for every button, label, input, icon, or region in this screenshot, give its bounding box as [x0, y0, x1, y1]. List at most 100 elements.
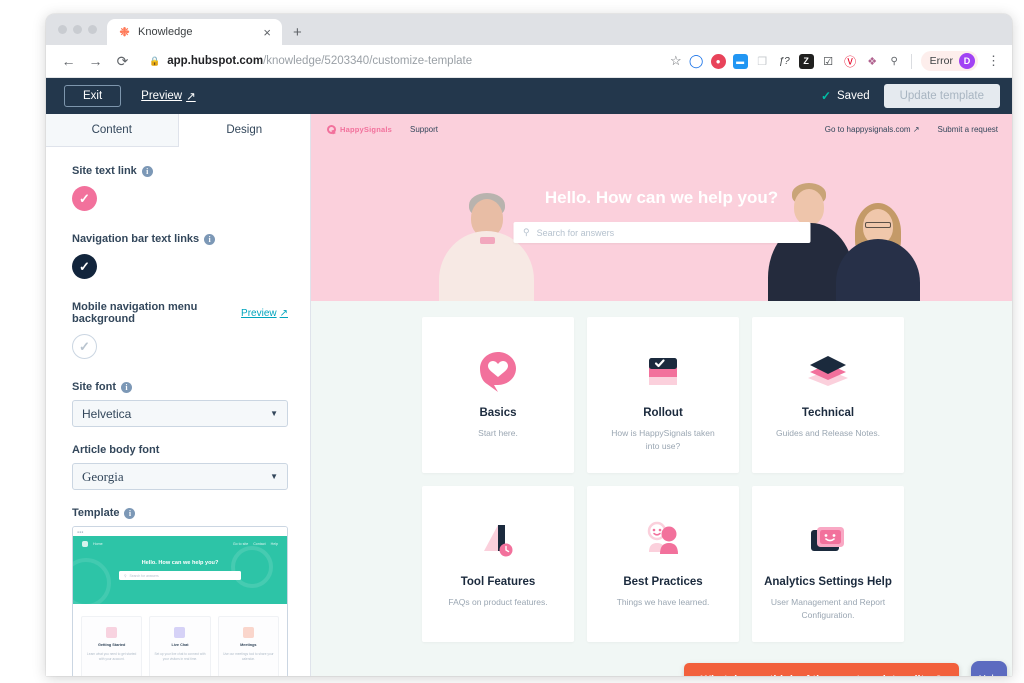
- forward-arrow-icon[interactable]: →: [83, 49, 108, 74]
- info-icon[interactable]: i: [141, 165, 153, 177]
- url-domain: app.hubspot.com: [167, 55, 264, 67]
- pinterest-extension-icon[interactable]: Ⓥ: [843, 54, 858, 69]
- template-label: Template i: [72, 507, 288, 519]
- thumb-nav-item-3: Help: [270, 542, 278, 546]
- preview-label: Preview: [241, 307, 277, 319]
- tab-design[interactable]: Design: [178, 114, 310, 147]
- kb-card-desc: User Management and Report Configuration…: [770, 597, 886, 621]
- preview-link[interactable]: Preview ↗: [141, 89, 196, 103]
- thumb-search: ⚲ Search for answers: [119, 571, 241, 580]
- nav-link-support[interactable]: Support: [410, 125, 438, 134]
- checklist-card-icon: [643, 349, 683, 393]
- kb-card-desc: Start here.: [478, 428, 518, 438]
- address-bar[interactable]: 🔒 app.hubspot.com/knowledge/5203340/cust…: [141, 49, 662, 73]
- help-button[interactable]: Help: [971, 661, 1007, 676]
- url-text: app.hubspot.com/knowledge/5203340/custom…: [167, 55, 472, 67]
- site-navbar: HappySignals Support Go to happysignals.…: [311, 114, 1012, 144]
- lock-icon: 🔒: [149, 55, 161, 66]
- kb-card-title: Basics: [479, 407, 517, 419]
- label-text: Article body font: [72, 444, 160, 456]
- survey-prompt-banner[interactable]: What do you think of the new template ed…: [683, 663, 959, 676]
- kb-card-basics[interactable]: Basics Start here.: [422, 317, 574, 473]
- glasses-icon: [865, 222, 891, 228]
- kb-card-title: Tool Features: [460, 576, 536, 588]
- mobile-nav-preview-link[interactable]: Preview ↗: [241, 308, 288, 319]
- happysignals-logo-icon[interactable]: HappySignals: [327, 124, 392, 134]
- search-icon: ⚲: [124, 573, 127, 578]
- info-icon[interactable]: i: [124, 507, 136, 519]
- people-smile-icon: [641, 518, 685, 562]
- update-template-button[interactable]: Update template: [883, 84, 1000, 108]
- back-arrow-icon[interactable]: ←: [56, 49, 81, 74]
- site-text-link-color-swatch[interactable]: ✓: [72, 186, 97, 211]
- preview-label: Preview: [141, 90, 183, 102]
- calendar-icon: [242, 627, 254, 638]
- grey-copy-extension-icon[interactable]: ❐: [755, 54, 770, 69]
- thumb-nav-item-0: Home: [93, 542, 103, 546]
- template-thumbnail[interactable]: ●●● Home Go to site Contact Help Hello. …: [72, 526, 288, 676]
- kb-card-technical[interactable]: Technical Guides and Release Notes.: [752, 317, 904, 473]
- browser-toolbar: ← → ⟳ 🔒 app.hubspot.com/knowledge/520334…: [46, 45, 1012, 78]
- kb-card-best-practices[interactable]: Best Practices Things we have learned.: [587, 486, 739, 642]
- smiley-screen-icon: [806, 518, 850, 562]
- saved-status: ✓ Saved: [821, 89, 870, 103]
- pin-extension-icon[interactable]: ⚲: [887, 54, 902, 69]
- extensions-row: ☆ ◯ ● ▬ ❐ ƒ? Z ☑ Ⓥ ❖ ⚲ Error D ⋮: [670, 51, 1004, 71]
- maximize-window-dot[interactable]: [88, 25, 97, 34]
- close-icon[interactable]: ×: [260, 26, 274, 39]
- exit-button[interactable]: Exit: [64, 85, 122, 107]
- browser-tab-knowledge[interactable]: ❉ Knowledge ×: [107, 19, 282, 45]
- circle-blue-extension-icon[interactable]: ◯: [689, 53, 704, 69]
- thumb-tile: Getting Started Learn what you need to g…: [81, 616, 143, 676]
- hero-person-woman: [836, 197, 920, 301]
- pink-badge-extension-icon[interactable]: ●: [710, 53, 726, 69]
- site-font-value: Helvetica: [82, 406, 132, 421]
- globe-icon: [106, 627, 118, 638]
- kb-card-tool-features[interactable]: Tool Features FAQs on product features.: [422, 486, 574, 642]
- tab-content[interactable]: Content: [46, 114, 179, 147]
- thumb-tile-title: Meetings: [240, 643, 257, 647]
- nav-link-go-to-site[interactable]: Go to happysignals.com ↗: [825, 125, 920, 134]
- logo-icon: [82, 541, 88, 547]
- url-path: /knowledge/5203340/customize-template: [263, 55, 473, 67]
- new-tab-button[interactable]: +: [282, 19, 313, 45]
- italic-f-extension-icon[interactable]: ƒ?: [777, 54, 792, 69]
- window-controls[interactable]: [54, 14, 107, 45]
- blue-chat-extension-icon[interactable]: ▬: [732, 53, 748, 69]
- kb-card-rollout[interactable]: Rollout How is HappySignals taken into u…: [587, 317, 739, 473]
- checkbox-edit-extension-icon[interactable]: ☑: [821, 54, 836, 69]
- browser-tabstrip: ❉ Knowledge × +: [46, 14, 1012, 45]
- info-icon[interactable]: i: [204, 233, 216, 245]
- hero-search-input[interactable]: ⚲ Search for answers: [513, 222, 810, 243]
- template-preview-pane: HappySignals Support Go to happysignals.…: [311, 114, 1012, 676]
- kb-card-title: Best Practices: [623, 576, 703, 588]
- external-link-icon: ↗: [279, 307, 288, 319]
- kb-card-analytics-settings-help[interactable]: Analytics Settings Help User Management …: [752, 486, 904, 642]
- layers-icon: [806, 349, 850, 393]
- site-text-link-label: Site text link i: [72, 165, 288, 177]
- hero-search-placeholder: Search for answers: [536, 227, 615, 238]
- close-window-dot[interactable]: [58, 25, 67, 34]
- thumb-tile-desc: Learn what you need to get started with …: [87, 652, 137, 661]
- zotero-z-extension-icon[interactable]: Z: [798, 53, 814, 69]
- thumb-nav-item-1: Go to site: [232, 542, 249, 546]
- mobile-nav-bg-color-swatch[interactable]: ✓: [72, 334, 97, 359]
- thumb-tile-desc: Set up your live chat to connect with yo…: [154, 652, 206, 661]
- reload-icon[interactable]: ⟳: [110, 49, 135, 74]
- nav-bar-text-links-color-swatch[interactable]: ✓: [72, 254, 97, 279]
- external-link-icon: ↗: [912, 124, 920, 134]
- star-icon[interactable]: ☆: [670, 53, 682, 69]
- settings-sidebar: Content Design Site text link i ✓ Naviga…: [46, 114, 311, 676]
- article-body-font-select[interactable]: Georgia ▼: [72, 463, 288, 490]
- minimize-window-dot[interactable]: [73, 25, 82, 34]
- article-body-font-label: Article body font: [72, 444, 288, 456]
- nav-link-label: Go to happysignals.com: [824, 124, 911, 134]
- search-icon: ⚲: [523, 227, 530, 237]
- error-status-pill[interactable]: Error D: [920, 51, 978, 71]
- puzzle-extension-icon[interactable]: ❖: [865, 54, 880, 69]
- avatar[interactable]: D: [959, 53, 975, 69]
- kebab-menu-icon[interactable]: ⋮: [985, 53, 1002, 69]
- site-font-select[interactable]: Helvetica ▼: [72, 400, 288, 427]
- nav-link-submit-request[interactable]: Submit a request: [938, 125, 998, 134]
- info-icon[interactable]: i: [121, 381, 132, 393]
